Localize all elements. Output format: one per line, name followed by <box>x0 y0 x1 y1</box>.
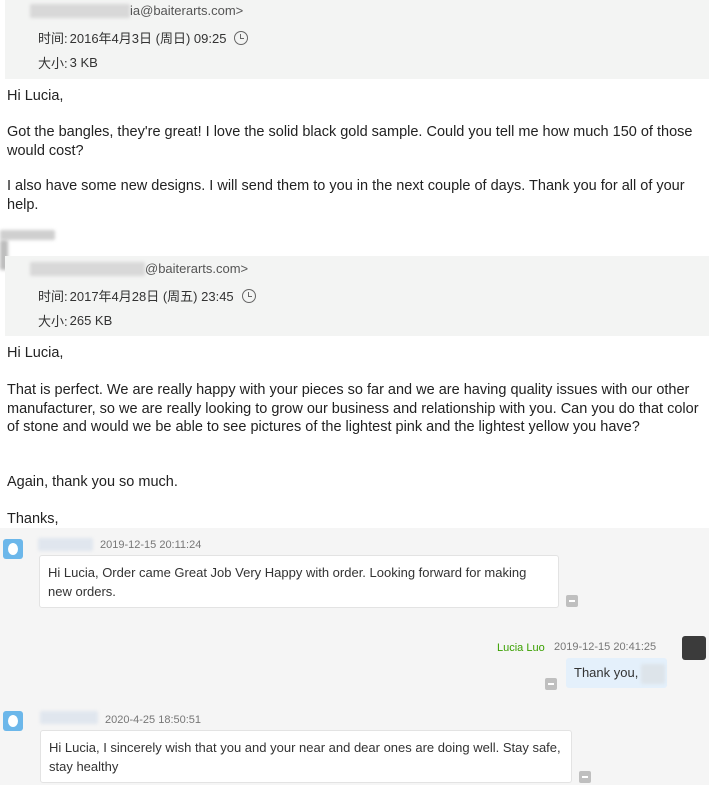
email2-signoff: Thanks, <box>7 511 59 527</box>
user-avatar[interactable] <box>682 636 706 660</box>
time-label: 时间: <box>38 31 68 46</box>
email1-paragraph: Got the bangles, they're great! I love t… <box>7 124 693 159</box>
email2-greeting: Hi Lucia, <box>7 345 64 361</box>
history-icon[interactable] <box>234 30 249 45</box>
time-label: 时间: <box>38 289 68 304</box>
email1-size: 大小: 3 KB <box>38 53 98 72</box>
size-label: 大小: <box>38 314 68 329</box>
time-value: 2016年4月3日 (周日) 09:25 <box>69 31 227 46</box>
time-value: 2017年4月28日 (周五) 23:45 <box>69 289 234 304</box>
message-bubble: Hi Lucia, I sincerely wish that you and … <box>40 730 572 783</box>
email2-paragraph: Again, thank you so much. <box>7 474 178 490</box>
history-icon[interactable] <box>241 288 256 303</box>
name-redacted <box>641 664 665 684</box>
message-status-icon[interactable] <box>566 595 578 607</box>
customer-avatar[interactable] <box>3 539 23 559</box>
email2-size: 大小: 265 KB <box>38 311 112 330</box>
sender-redacted <box>30 4 130 18</box>
size-value: 265 KB <box>69 313 113 328</box>
email1-time: 时间: 2016年4月3日 (周日) 09:25 <box>38 28 249 47</box>
message-text: Thank you, <box>574 665 639 680</box>
email1-greeting: Hi Lucia, <box>7 88 64 104</box>
email2-header: @baiterarts.com> 时间: 2017年4月28日 (周五) 23:… <box>5 256 709 336</box>
email2-paragraph: That is perfect. We are really happy wit… <box>7 382 699 435</box>
email1-header: ia@baiterarts.com> 时间: 2016年4月3日 (周日) 09… <box>5 0 709 79</box>
size-value: 3 KB <box>69 55 98 70</box>
email1-paragraph: I also have some new designs. I will sen… <box>7 178 685 213</box>
size-label: 大小: <box>38 56 68 71</box>
name-redacted <box>38 538 93 551</box>
message-status-icon[interactable] <box>579 771 591 783</box>
redacted-mark <box>0 230 55 240</box>
customer-avatar[interactable] <box>3 711 23 731</box>
message-time: 2020-4-25 18:50:51 <box>105 714 202 726</box>
message-time: 2019-12-15 20:11:24 <box>100 539 202 551</box>
email2-time: 时间: 2017年4月28日 (周五) 23:45 <box>38 286 256 305</box>
name-redacted <box>40 711 98 724</box>
message-status-icon[interactable] <box>545 678 557 690</box>
sender-redacted <box>30 262 145 276</box>
chat-panel: 2019-12-15 20:11:24 Hi Lucia, Order came… <box>0 528 709 785</box>
message-bubble: Hi Lucia, Order came Great Job Very Happ… <box>39 555 559 608</box>
message-time: 2019-12-15 20:41:25 <box>554 641 657 653</box>
email1-sender[interactable]: ia@baiterarts.com> <box>130 3 243 18</box>
email2-sender[interactable]: @baiterarts.com> <box>145 261 248 276</box>
sender-name: Lucia Luo <box>497 642 545 654</box>
